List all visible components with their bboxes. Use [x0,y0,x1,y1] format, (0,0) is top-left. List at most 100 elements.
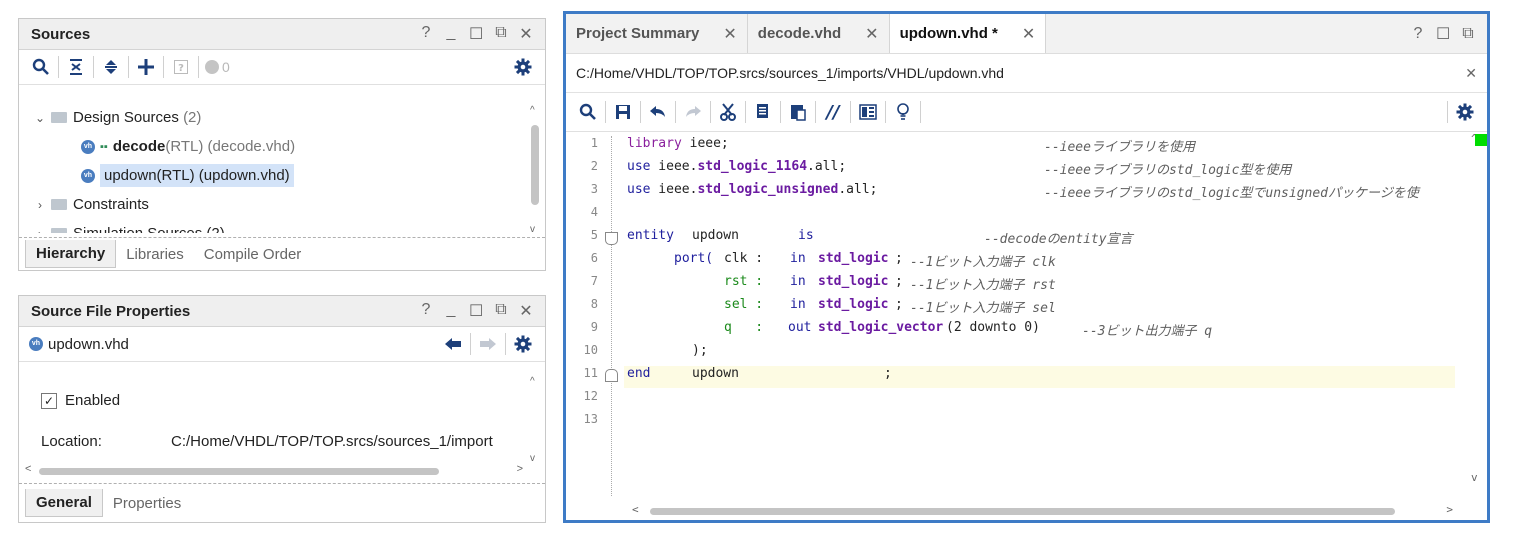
hierarchy-icon: ▪▪ [100,140,108,153]
folder-icon [51,199,67,210]
horizontal-scrollbar[interactable]: < > [25,463,523,478]
cut-icon[interactable] [714,99,742,125]
line-number: 7 [590,274,598,288]
properties-tabs: General Properties [19,483,545,522]
collapse-all-icon[interactable] [62,54,90,80]
back-arrow-icon[interactable] [439,331,467,357]
port-name: rst : [724,274,764,289]
paste-icon[interactable] [784,99,812,125]
code-line: use ieee.std_logic_unsigned.all; [627,182,877,197]
save-icon[interactable] [609,99,637,125]
maximize-icon[interactable]: ☐ [1436,24,1450,44]
keyword: use [627,182,651,197]
keyword: port( [674,251,714,266]
maximize-icon[interactable]: ☐ [469,301,483,321]
minimize-icon[interactable]: _ [444,24,458,44]
line-number: 10 [583,343,598,357]
tree-item-simulation-sources[interactable]: › Simulation Sources (2) [19,219,527,233]
properties-panel: Source File Properties ? _ ☐ ⧉ ✕ vh updo… [18,295,546,523]
comment-toggle-icon[interactable]: // [819,99,847,125]
tab-general[interactable]: General [25,489,103,517]
tab-label: updown.vhd * [899,25,998,42]
vertical-scrollbar[interactable]: ^ v [527,105,543,235]
close-icon[interactable]: ✕ [519,301,533,321]
chevron-down-icon[interactable]: ⌄ [33,111,47,125]
properties-title: Source File Properties [31,302,191,320]
tab-libraries[interactable]: Libraries [116,241,194,268]
horizontal-scrollbar[interactable]: < > [632,503,1453,518]
code-editor[interactable]: 1 2 3 4 5 6 7 8 9 10 11 12 13 library ie… [566,132,1487,520]
code-comment: --ieeeライブラリのstd_logic型を使用 [1044,163,1292,178]
float-icon[interactable]: ⧉ [1461,25,1475,43]
tree-item-design-sources[interactable]: ⌄ Design Sources (2) [19,103,527,132]
code-text: ; [884,366,892,381]
fold-icon[interactable] [605,369,618,382]
tree-item-updown[interactable]: vh updown(RTL) (updown.vhd) [19,161,527,190]
float-icon[interactable]: ⧉ [494,301,508,321]
forward-arrow-icon[interactable] [474,331,502,357]
enabled-checkbox[interactable]: ✓ [41,392,57,409]
tab-properties[interactable]: Properties [103,490,191,517]
tab-updown[interactable]: updown.vhd * ✕ [889,14,1047,53]
add-icon[interactable] [132,54,160,80]
help-icon[interactable]: ? [1411,25,1425,43]
vertical-scrollbar[interactable]: ^ v [527,376,543,464]
tree-label-selected: updown(RTL) (updown.vhd) [100,164,294,187]
close-icon[interactable]: ✕ [723,24,736,44]
chevron-right-icon[interactable]: › [33,227,47,234]
question-box-icon[interactable]: ? [167,54,195,80]
gear-icon[interactable] [1451,99,1479,125]
redo-icon[interactable] [679,99,707,125]
gear-icon[interactable] [509,54,537,80]
search-icon[interactable] [574,99,602,125]
close-icon[interactable]: ✕ [1465,65,1477,82]
help-icon[interactable]: ? [419,24,433,44]
tab-compile-order[interactable]: Compile Order [194,241,312,268]
close-icon[interactable]: ✕ [519,24,533,44]
status-circle-icon [202,54,222,80]
close-icon[interactable]: ✕ [865,24,878,44]
lightbulb-icon[interactable] [889,99,917,125]
type-name: std_logic_vector [818,320,944,335]
package-name: std_logic_unsigned [697,182,839,197]
maximize-icon[interactable]: ☐ [469,24,483,44]
current-line-highlight [624,366,1455,388]
tree-item-decode[interactable]: vh ▪▪ decode (RTL) (decode.vhd) [19,132,527,161]
keyword: library [627,136,682,151]
tree-item-constraints[interactable]: › Constraints [19,190,527,219]
tab-hierarchy[interactable]: Hierarchy [25,240,117,268]
line-number: 12 [583,389,598,403]
vhdl-file-icon: vh [81,168,95,183]
port-name: clk : [724,251,764,266]
float-icon[interactable]: ⧉ [494,24,508,44]
entity-name: updown [692,228,739,243]
tab-decode[interactable]: decode.vhd ✕ [748,14,890,53]
search-icon[interactable] [27,54,55,80]
keyword: in [790,251,806,266]
help-icon[interactable]: ? [419,301,433,321]
chevron-right-icon[interactable]: › [33,198,47,212]
properties-file-name: updown.vhd [48,335,129,353]
fold-icon[interactable] [605,232,618,245]
copy-icon[interactable] [749,99,777,125]
sources-tabs: Hierarchy Libraries Compile Order [19,237,545,270]
type-name: std_logic [818,251,889,266]
code-text: .all; [807,159,847,174]
sources-panel: Sources ? _ ☐ ⧉ ✕ ? 0 ⌄ Design Sources (… [18,18,546,271]
enabled-row: ✓ Enabled [41,392,120,409]
keyword: in [790,274,806,289]
expand-all-icon[interactable] [97,54,125,80]
tree-label: Simulation Sources (2) [73,225,225,233]
line-number: 11 [583,366,598,380]
code-text: ; [895,274,903,289]
gear-icon[interactable] [509,331,537,357]
minimize-icon[interactable]: _ [444,301,458,321]
svg-text:?: ? [178,63,184,74]
close-icon[interactable]: ✕ [1022,24,1035,44]
columns-icon[interactable] [854,99,882,125]
code-comment: --ieeeライブラリのstd_logic型でunsignedパッケージを使 [1044,186,1419,201]
undo-icon[interactable] [644,99,672,125]
tab-project-summary[interactable]: Project Summary ✕ [566,14,748,53]
line-number: 3 [590,182,598,196]
vertical-scrollbar[interactable]: ^ v [1469,132,1483,484]
